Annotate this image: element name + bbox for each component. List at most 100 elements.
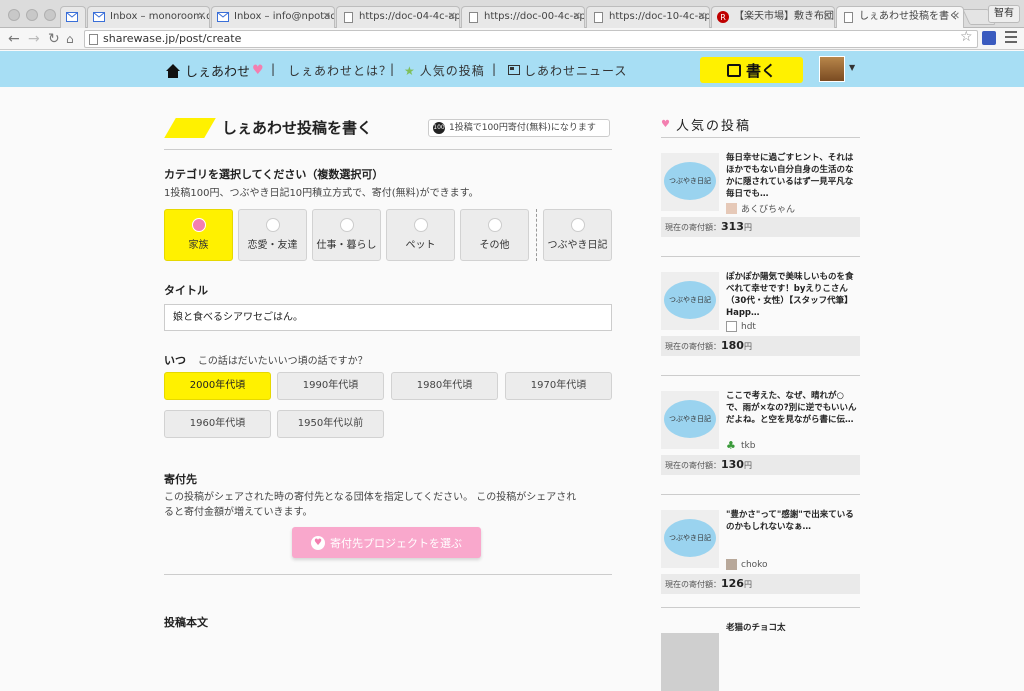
close-window-button[interactable]: [8, 9, 20, 21]
post-title[interactable]: ぽかぽか陽気で美味しいものを食べれて幸せです！byえりこさん（30代・女性）【ス…: [726, 271, 860, 319]
current-donation-label: 現在の寄付額：: [665, 342, 721, 351]
mail-icon: [93, 11, 105, 23]
page-icon: [89, 34, 98, 45]
choose-project-label: 寄付先プロジェクトを選ぶ: [330, 536, 462, 550]
clover-icon: ♣: [726, 439, 736, 452]
category-family[interactable]: 家族: [164, 209, 233, 261]
speech-bubble-icon: [487, 218, 502, 232]
donation-amount: 現在の寄付額：313円: [661, 217, 860, 237]
divider: [164, 149, 612, 150]
nav-about[interactable]: しぇあわせとは？: [288, 62, 392, 79]
close-icon[interactable]: ✕: [952, 7, 960, 27]
choose-project-button[interactable]: ♥ 寄付先プロジェクトを選ぶ: [292, 527, 481, 558]
tab-label: https://doc-04-4c-app: [359, 11, 460, 22]
nav-popular-label: 人気の投稿: [419, 64, 485, 78]
nav-divider: |: [390, 62, 396, 76]
close-icon[interactable]: ✕: [198, 7, 206, 27]
donation-amount: 現在の寄付額：130円: [661, 455, 860, 475]
nav-news-label: しあわせニュース: [524, 64, 628, 78]
browser-tab[interactable]: Inbox – info@npotadai ✕: [211, 6, 335, 28]
browser-tab[interactable]: [60, 6, 86, 28]
category-work-life[interactable]: 仕事・暮らし: [312, 209, 381, 261]
sidebar-title: ♥ 人気の投稿: [661, 115, 751, 134]
current-donation-label: 現在の寄付額：: [665, 461, 721, 470]
post-title[interactable]: ここで考えた、なぜ、晴れが○で、雨が×なの?別に逆でもいいんだよね。と空を見なが…: [726, 390, 860, 426]
forward-arrow-icon[interactable]: →: [28, 30, 40, 48]
category-label-work: 仕事・暮らし: [316, 240, 377, 251]
reload-icon[interactable]: ↻: [48, 30, 60, 48]
browser-tab[interactable]: https://doc-00-4c-app ✕: [461, 6, 585, 28]
donation-notice: 100 1投稿で100円寄付(無料)になります: [428, 119, 610, 137]
close-icon[interactable]: ✕: [698, 7, 706, 27]
speech-bubble-icon: つぶやき日記: [664, 162, 716, 200]
post-author: hdt: [726, 321, 756, 332]
author-name: tkb: [741, 440, 756, 451]
author-avatar: [726, 203, 737, 214]
write-button[interactable]: 書く: [700, 57, 803, 83]
tab-label: しぇあわせ投稿を書く | し: [859, 11, 963, 22]
address-bar[interactable]: sharewase.jp/post/create: [84, 30, 978, 48]
post-title[interactable]: "豊かさ"って"感謝"で出来ているのかもしれないなぁ…: [726, 509, 860, 533]
house-icon: [166, 63, 180, 78]
pencil-icon: [726, 63, 741, 77]
minimize-window-button[interactable]: [26, 9, 38, 21]
era-1990s[interactable]: 1990年代頃: [277, 372, 384, 400]
post-author: ♣ tkb: [726, 440, 755, 451]
profile-button[interactable]: 智有: [988, 5, 1020, 23]
extension-icon[interactable]: [982, 31, 996, 45]
back-arrow-icon[interactable]: ←: [8, 30, 20, 48]
era-1960s[interactable]: 1960年代頃: [164, 410, 271, 438]
page-title-text: しぇあわせ投稿を書く: [222, 119, 373, 137]
browser-tab[interactable]: R 【楽天市場】敷き布団用 ✕: [711, 6, 835, 28]
category-label-pet: ペット: [405, 240, 436, 251]
post-title[interactable]: 毎日幸せに過ごすヒント、それはほかでもない自分自身の生活のなかに隠されているはず…: [726, 152, 860, 200]
category-love-friends[interactable]: 恋愛・友達: [238, 209, 307, 261]
browser-tab[interactable]: Inbox – monoroom.dm ✕: [87, 6, 210, 28]
era-1970s[interactable]: 1970年代頃: [505, 372, 612, 400]
close-icon[interactable]: ✕: [823, 7, 831, 27]
era-1950s-earlier[interactable]: 1950年代以前: [277, 410, 384, 438]
nav-about-label: しぇあわせとは？: [288, 64, 393, 78]
post-title[interactable]: 老猫のチョコ太: [726, 622, 860, 634]
nav-popular[interactable]: ★ 人気の投稿: [404, 62, 485, 79]
browser-tab[interactable]: https://doc-10-4c-app ✕: [586, 6, 710, 28]
page-title: しぇあわせ投稿を書く: [164, 117, 372, 138]
title-input[interactable]: 娘と食べるシアワセごはん。: [164, 304, 612, 331]
divider: [661, 375, 860, 376]
when-label-text: いつ: [164, 354, 186, 367]
menu-icon[interactable]: [1005, 31, 1017, 43]
heart-icon: [191, 218, 206, 232]
house-icon: [339, 218, 354, 232]
category-other[interactable]: その他: [460, 209, 529, 261]
bookmark-star-icon[interactable]: ☆: [960, 29, 973, 45]
site-logo[interactable]: しぇあわせ ♥: [165, 61, 264, 80]
svg-text:R: R: [720, 13, 726, 22]
close-icon[interactable]: ✕: [323, 7, 331, 27]
divider: [661, 137, 860, 138]
title-label: タイトル: [164, 284, 208, 297]
browser-tab-bar: Inbox – monoroom.dm ✕ Inbox – info@npota…: [0, 0, 1024, 29]
category-tweet-diary[interactable]: つぶやき日記: [543, 209, 612, 261]
tab-label: 【楽天市場】敷き布団用: [734, 11, 835, 22]
browser-tab-active[interactable]: しぇあわせ投稿を書く | し ✕: [836, 6, 964, 29]
post-author: choko: [726, 559, 768, 570]
heart-icon: ♥: [252, 63, 264, 78]
era-1980s[interactable]: 1980年代頃: [391, 372, 498, 400]
era-2000s[interactable]: 2000年代頃: [164, 372, 271, 400]
yen-unit: 円: [743, 223, 752, 232]
chevron-down-icon[interactable]: ▼: [849, 63, 855, 72]
home-icon[interactable]: ⌂: [66, 30, 74, 48]
speech-bubble-icon: つぶやき日記: [664, 400, 716, 438]
author-name: あくびちゃん: [741, 205, 796, 215]
user-avatar[interactable]: [819, 56, 845, 82]
close-icon[interactable]: ✕: [573, 7, 581, 27]
close-icon[interactable]: ✕: [448, 7, 456, 27]
browser-tab[interactable]: https://doc-04-4c-app ✕: [336, 6, 460, 28]
zoom-window-button[interactable]: [44, 9, 56, 21]
newspaper-icon: [508, 64, 520, 78]
donation-amount: 現在の寄付額：180円: [661, 336, 860, 356]
category-pet[interactable]: ペット: [386, 209, 455, 261]
chat-icon: [570, 218, 585, 232]
people-icon: [265, 218, 280, 232]
nav-news[interactable]: しあわせニュース: [508, 62, 627, 79]
